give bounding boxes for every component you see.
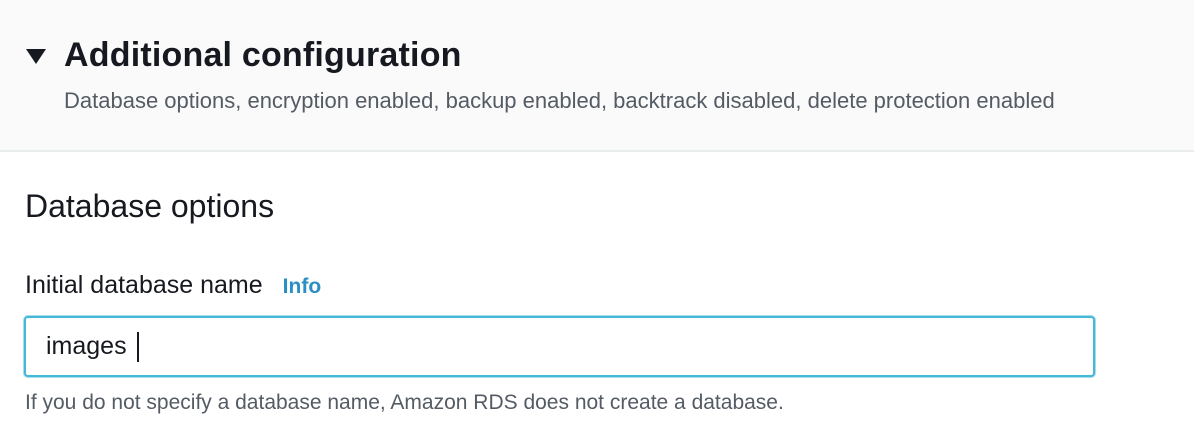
additional-configuration-header: Additional configuration Database option… — [0, 0, 1194, 152]
initial-database-name-label-row: Initial database name Info — [25, 268, 321, 302]
info-link[interactable]: Info — [283, 275, 321, 299]
page: Additional configuration Database option… — [0, 0, 1194, 436]
section-description: Database options, encryption enabled, ba… — [64, 88, 1055, 113]
initial-database-name-label: Initial database name — [25, 271, 263, 299]
additional-configuration-toggle[interactable]: Additional configuration — [26, 34, 462, 76]
initial-database-name-input[interactable] — [24, 316, 1095, 377]
database-options-heading: Database options — [25, 188, 275, 224]
caret-down-icon — [26, 48, 46, 64]
initial-database-name-constraint: If you do not specify a database name, A… — [25, 391, 784, 414]
text-cursor — [137, 332, 139, 362]
section-title: Additional configuration — [64, 36, 462, 74]
